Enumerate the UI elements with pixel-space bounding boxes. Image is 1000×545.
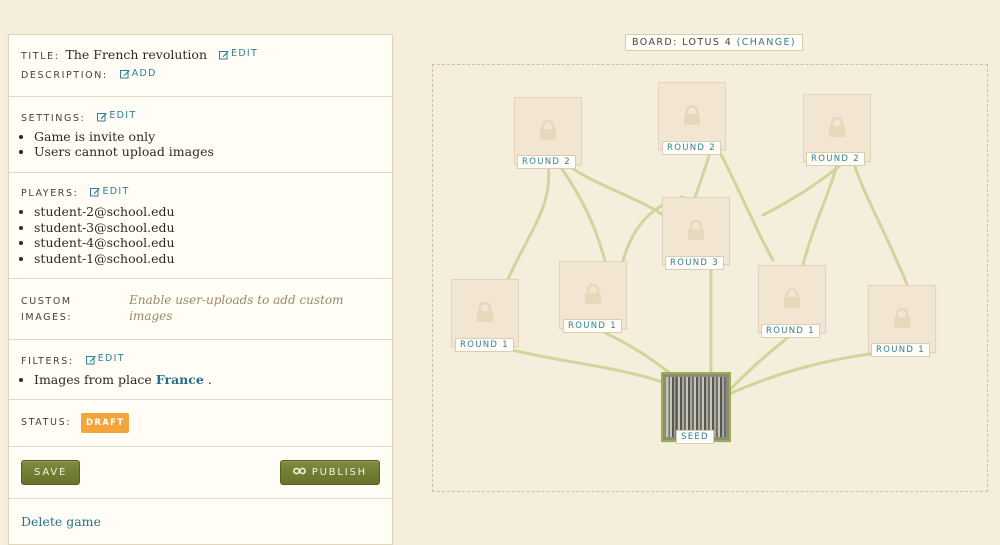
- lock-icon: [784, 288, 800, 308]
- players-label: PLAYERS:: [21, 188, 79, 199]
- filters-section: FILTERS: EDIT Images from place France .: [9, 340, 392, 400]
- description-label: DESCRIPTION:: [21, 70, 108, 81]
- title-edit-label: EDIT: [231, 48, 259, 59]
- tile-label: ROUND 2: [662, 141, 721, 155]
- connection-line: [556, 161, 607, 263]
- custom-images-hint: Enable user-uploads to add custom images: [129, 293, 344, 323]
- players-edit-label: EDIT: [102, 185, 130, 197]
- custom-images-section: CUSTOM IMAGES: Enable user-uploads to ad…: [9, 279, 392, 340]
- description-add-label: ADD: [131, 67, 157, 79]
- filter-prefix: Images from place: [34, 371, 152, 387]
- connection-line: [693, 147, 713, 199]
- tile-label: ROUND 1: [455, 338, 514, 352]
- filters-list: Images from place France .: [21, 372, 380, 388]
- game-settings-panel: TITLE: The French revolution EDIT DESCRI…: [8, 34, 393, 545]
- tile-label: ROUND 1: [761, 324, 820, 338]
- actions-section: SAVE PUBLISH: [9, 447, 392, 499]
- list-item: student-4@school.edu: [34, 235, 380, 251]
- edit-icon: [119, 69, 130, 79]
- tile-label: SEED: [676, 430, 714, 444]
- publish-button[interactable]: PUBLISH: [279, 460, 380, 485]
- title-value: The French revolution: [65, 46, 208, 62]
- status-label: STATUS:: [21, 417, 72, 428]
- publish-icon: [292, 467, 306, 478]
- edit-icon: [85, 355, 96, 364]
- lock-icon: [585, 284, 601, 304]
- edit-icon: [97, 112, 108, 121]
- list-item: Images from place France .: [34, 372, 380, 388]
- seed-image: [666, 377, 726, 437]
- filter-suffix: .: [207, 371, 212, 387]
- connection-line: [851, 158, 910, 289]
- lock-icon: [477, 302, 493, 322]
- connection-line: [801, 158, 840, 267]
- list-item: student-2@school.edu: [34, 204, 380, 220]
- settings-list: Game is invite only Users cannot upload …: [21, 129, 380, 160]
- board-tile-round1-c[interactable]: [758, 265, 826, 333]
- connection-line: [506, 161, 551, 281]
- board-label: BOARD: LOTUS 4 (CHANGE): [625, 34, 803, 51]
- title-edit-link[interactable]: EDIT: [219, 46, 258, 62]
- list-item: Users cannot upload images: [34, 144, 380, 160]
- players-edit-link[interactable]: EDIT: [90, 184, 129, 200]
- list-item: student-1@school.edu: [34, 251, 380, 267]
- description-add-link[interactable]: ADD: [119, 66, 157, 82]
- filters-edit-label: EDIT: [97, 353, 125, 364]
- board-tile-round1-a[interactable]: [451, 279, 519, 347]
- tile-label: ROUND 1: [563, 319, 622, 333]
- settings-edit-link[interactable]: EDIT: [97, 108, 136, 124]
- tile-label: ROUND 1: [871, 343, 930, 357]
- delete-section: Delete game: [9, 499, 392, 544]
- board-tile-round2-mid[interactable]: [658, 82, 726, 150]
- lock-icon: [540, 120, 556, 140]
- title-label: TITLE:: [21, 50, 60, 62]
- status-badge: DRAFT: [81, 413, 130, 433]
- filter-place[interactable]: France: [156, 372, 204, 387]
- title-section: TITLE: The French revolution EDIT DESCRI…: [9, 35, 392, 97]
- settings-label: SETTINGS:: [21, 112, 86, 124]
- players-list: student-2@school.edu student-3@school.ed…: [21, 204, 380, 266]
- status-section: STATUS: DRAFT: [9, 400, 392, 447]
- tile-label: ROUND 2: [517, 155, 576, 169]
- settings-section: SETTINGS: EDIT Game is invite only Users…: [9, 97, 392, 173]
- lock-icon: [688, 220, 704, 240]
- change-board-link[interactable]: (CHANGE): [737, 37, 796, 48]
- settings-edit-label: EDIT: [109, 110, 137, 121]
- connection-line: [563, 161, 665, 217]
- save-button[interactable]: SAVE: [21, 460, 81, 485]
- delete-game-link[interactable]: Delete game: [21, 514, 101, 529]
- players-section: PLAYERS: EDIT student-2@school.edu stude…: [9, 173, 392, 279]
- custom-images-label: CUSTOM IMAGES:: [21, 296, 73, 323]
- filters-label: FILTERS:: [21, 355, 74, 367]
- board-tile-round3[interactable]: [662, 197, 730, 265]
- publish-label: PUBLISH: [311, 467, 367, 478]
- list-item: Game is invite only: [34, 129, 380, 145]
- lock-icon: [894, 308, 910, 328]
- edit-icon: [90, 187, 101, 197]
- list-item: student-3@school.edu: [34, 220, 380, 236]
- lock-icon: [829, 117, 845, 137]
- lock-icon: [684, 105, 700, 125]
- connection-line: [723, 331, 795, 397]
- edit-icon: [219, 50, 229, 59]
- connection-line: [761, 161, 845, 217]
- game-board: ROUND 2 ROUND 2 ROUND 2 ROUND 3 ROUND 1 …: [432, 64, 988, 492]
- tile-label: ROUND 2: [806, 152, 865, 166]
- tile-label: ROUND 3: [665, 256, 724, 270]
- filters-edit-link[interactable]: EDIT: [85, 351, 125, 367]
- board-name: BOARD: LOTUS 4: [632, 37, 733, 48]
